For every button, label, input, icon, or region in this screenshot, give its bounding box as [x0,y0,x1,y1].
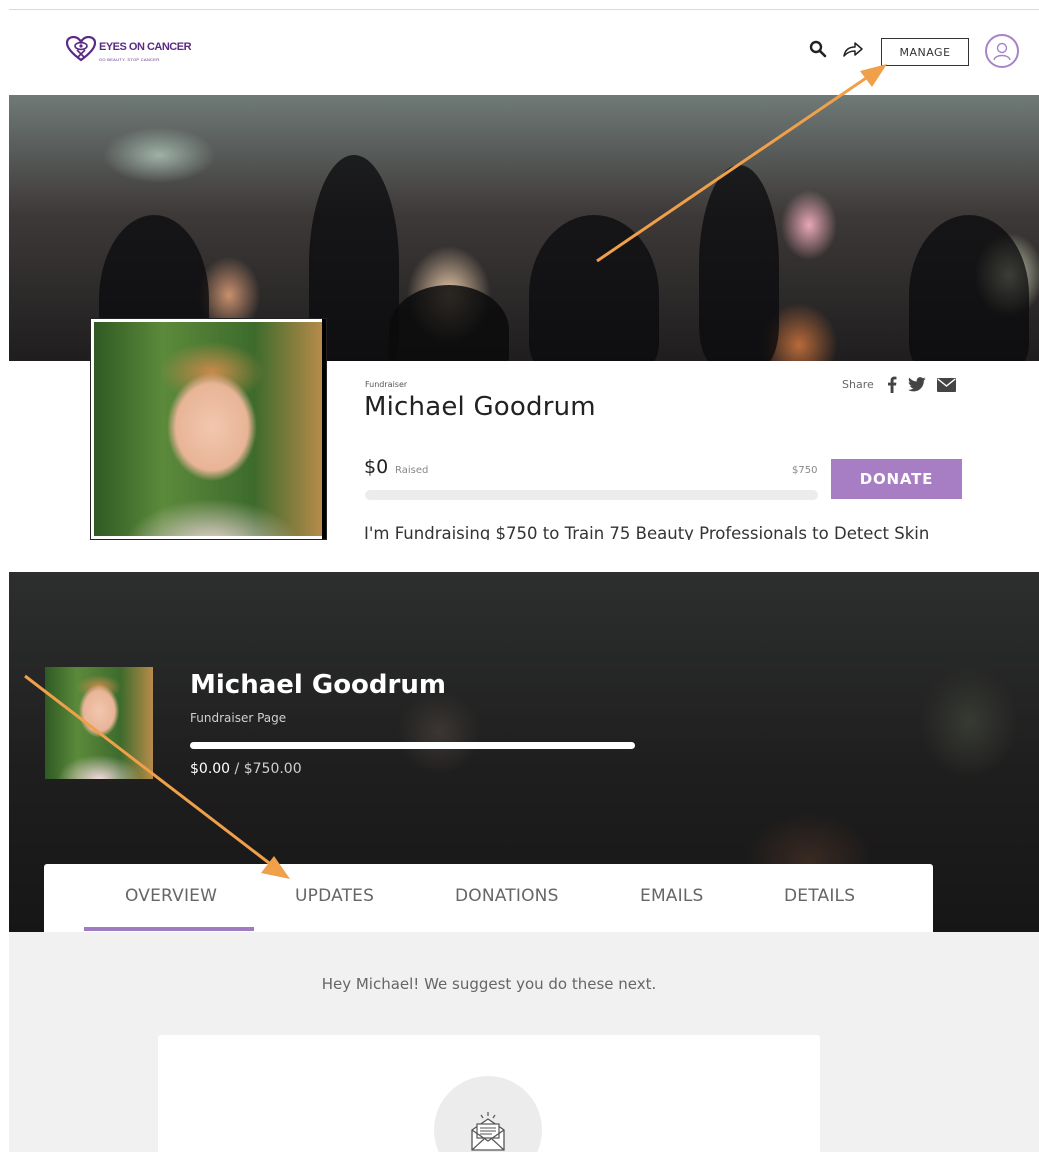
fundraiser-label: Fundraiser [365,380,408,389]
dashboard-name: Michael Goodrum [190,670,446,700]
eyes-on-cancer-logo[interactable]: EYES ON CANCER GO BEAUTY. STOP CANCER. [66,36,192,62]
goal-label: $750 [792,465,818,476]
user-silhouette-icon [993,42,1011,61]
dashboard-thumbnail [45,667,153,779]
raised-amount: $0 [364,456,389,478]
logo-tagline: GO BEAUTY. STOP CANCER. [99,56,161,62]
amount-goal: $750.00 [243,761,302,777]
user-avatar-icon[interactable] [985,34,1019,68]
tab-updates[interactable]: UPDATES [295,886,374,906]
email-icon[interactable] [936,377,956,392]
dashboard-progress-bar [190,742,635,749]
share-label: Share [842,378,874,391]
active-tab-indicator [84,927,254,931]
share-arrow-icon[interactable] [842,40,864,58]
share-bar: Share [842,376,956,393]
logo-text: EYES ON CANCER [99,40,192,53]
tab-emails[interactable]: EMAILS [640,886,704,906]
progress-bar [365,490,818,500]
search-icon[interactable] [809,40,827,58]
tab-details[interactable]: DETAILS [784,886,855,906]
donate-button[interactable]: DONATE [831,459,962,499]
photo-edge [322,319,326,539]
raised-label: Raised [395,465,429,476]
twitter-icon[interactable] [907,377,926,392]
fundraiser-name: Michael Goodrum [364,392,596,422]
dashboard-amount: $0.00 / $750.00 [190,761,302,777]
fundraiser-description: I'm Fundraising $750 to Train 75 Beauty … [364,524,930,540]
envelope-icon [471,1112,505,1151]
tab-donations[interactable]: DONATIONS [455,886,559,906]
tab-overview[interactable]: OVERVIEW [125,886,217,906]
dashboard-progress-fill [190,742,635,749]
manage-button[interactable]: MANAGE [881,38,969,66]
top-divider [9,9,1039,10]
amount-raised: $0.00 [190,761,231,777]
amount-separator: / [230,761,244,777]
heart-ribbon-icon [66,36,96,62]
dashboard-subtitle: Fundraiser Page [190,711,287,725]
dashboard-tabs: OVERVIEW UPDATES DONATIONS EMAILS DETAIL… [44,864,933,932]
suggestion-text: Hey Michael! We suggest you do these nex… [321,975,657,993]
facebook-icon[interactable] [887,376,897,393]
profile-photo [91,319,326,539]
